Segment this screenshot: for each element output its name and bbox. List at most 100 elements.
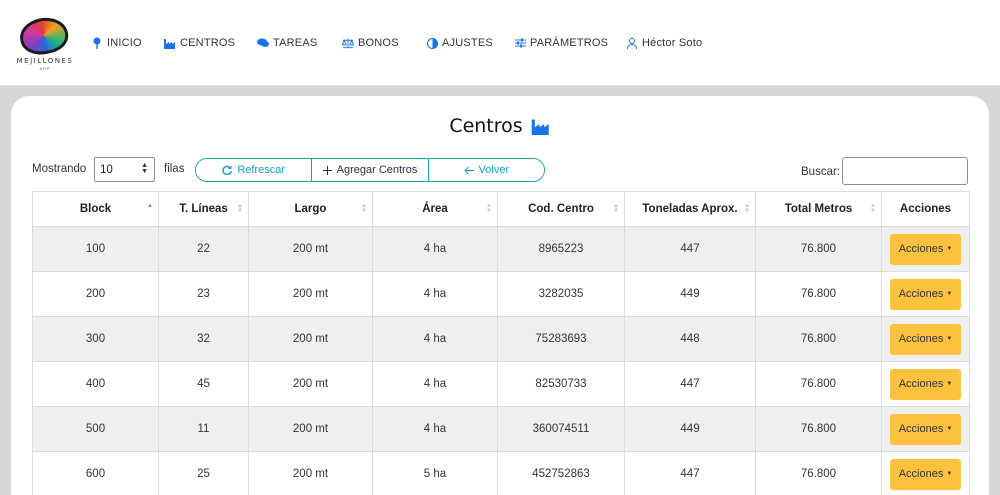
select-arrows-icon: ▲ ▼	[141, 162, 148, 175]
plus-icon	[322, 165, 332, 175]
refresh-button[interactable]: Refrescar	[196, 159, 313, 181]
table-header-row: Block ▲ T. Líneas ▲ ▼ Largo ▲ ▼ Área ▲ ▼ Cod. C…	[32, 191, 970, 227]
nav-item-inicio[interactable]: INICIO	[91, 36, 142, 50]
cell-acciones: Acciones ▼	[881, 226, 970, 272]
top-navbar: MEJILLONES APP INICIO CENTROS TAREAS BON…	[0, 0, 1000, 86]
back-label: Volver	[478, 164, 510, 176]
column-header-total-metros[interactable]: Total Metros ▲ ▼	[755, 191, 882, 227]
acciones-dropdown-button[interactable]: Acciones ▼	[890, 323, 961, 355]
cell-area: 4 ha	[372, 406, 498, 452]
acciones-label: Acciones	[898, 333, 944, 345]
acciones-dropdown-button[interactable]: Acciones ▼	[890, 458, 961, 490]
column-header-label: Block	[79, 203, 112, 215]
table-row: 500 11 200 mt 4 ha 360074511 449 76.800 …	[32, 406, 970, 452]
nav-item-bonos[interactable]: BONOS	[342, 36, 399, 50]
column-header-block[interactable]: Block ▲	[32, 191, 159, 227]
column-header-largo[interactable]: Largo ▲ ▼	[248, 191, 373, 227]
cell-block: 400	[32, 361, 159, 407]
sort-asc-icon: ▲	[147, 203, 153, 209]
cell-toneladas: 447	[624, 361, 756, 407]
page-title-text: Centros	[449, 115, 523, 137]
nav-label: CENTROS	[180, 37, 236, 49]
nav-item-centros[interactable]: CENTROS	[164, 36, 235, 50]
acciones-label: Acciones	[898, 243, 944, 255]
acciones-dropdown-button[interactable]: Acciones ▼	[890, 413, 961, 445]
sort-icon: ▲ ▼	[613, 203, 619, 214]
cell-largo: 200 mt	[248, 361, 373, 407]
cell-acciones: Acciones ▼	[881, 271, 970, 317]
add-centros-label: Agregar Centros	[336, 164, 418, 176]
sort-icon: ▲ ▼	[361, 203, 367, 214]
nav-item-tareas[interactable]: TAREAS	[257, 36, 317, 50]
cell-cod-centro: 452752863	[497, 451, 625, 495]
column-header-cod-centro[interactable]: Cod. Centro ▲ ▼	[497, 191, 625, 227]
cell-cod-centro: 360074511	[497, 406, 625, 452]
cell-lineas: 23	[158, 271, 249, 317]
sliders-icon	[514, 37, 526, 49]
arrow-left-icon	[463, 166, 474, 175]
cell-area: 5 ha	[372, 451, 498, 495]
cell-largo: 200 mt	[248, 406, 373, 452]
back-button[interactable]: Volver	[428, 159, 544, 181]
cell-acciones: Acciones ▼	[881, 406, 970, 452]
acciones-label: Acciones	[898, 378, 944, 390]
sort-icon: ▲ ▼	[486, 203, 492, 214]
cell-block: 200	[32, 271, 159, 317]
column-header-lineas[interactable]: T. Líneas ▲ ▼	[158, 191, 249, 227]
brand-name: MEJILLONES	[16, 57, 74, 65]
acciones-dropdown-button[interactable]: Acciones ▼	[890, 233, 961, 265]
acciones-dropdown-button[interactable]: Acciones ▼	[890, 368, 961, 400]
rows-per-page-select[interactable]: 10 ▲ ▼	[94, 157, 155, 182]
acciones-dropdown-button[interactable]: Acciones ▼	[890, 278, 961, 310]
user-icon	[626, 37, 638, 49]
nav-item-user[interactable]: Héctor Soto	[626, 36, 702, 50]
nav-item-ajustes[interactable]: AJUSTES	[426, 36, 493, 50]
add-centros-button[interactable]: Agregar Centros	[312, 159, 429, 181]
column-header-area[interactable]: Área ▲ ▼	[372, 191, 498, 227]
column-header-label: Área	[422, 203, 448, 215]
cell-largo: 200 mt	[248, 451, 373, 495]
map-pin-icon	[91, 37, 103, 49]
caret-down-icon: ▼	[946, 381, 953, 387]
nav-label: INICIO	[107, 37, 142, 49]
cell-acciones: Acciones ▼	[881, 451, 970, 495]
sort-icon: ▲ ▼	[237, 203, 243, 214]
brand-logo[interactable]: MEJILLONES APP	[16, 13, 74, 72]
cell-toneladas: 447	[624, 451, 756, 495]
nav-label: PARÁMETROS	[530, 37, 609, 49]
caret-down-icon: ▼	[946, 426, 953, 432]
cell-largo: 200 mt	[248, 316, 373, 362]
cell-area: 4 ha	[372, 316, 498, 362]
cell-largo: 200 mt	[248, 271, 373, 317]
table-row: 600 25 200 mt 5 ha 452752863 447 76.800 …	[32, 451, 970, 495]
sort-icon: ▲ ▼	[744, 203, 750, 214]
cell-cod-centro: 82530733	[497, 361, 625, 407]
nav-label: TAREAS	[273, 37, 318, 49]
cell-total-metros: 76.800	[755, 226, 882, 272]
cell-total-metros: 76.800	[755, 361, 882, 407]
acciones-label: Acciones	[898, 288, 944, 300]
cell-lineas: 22	[158, 226, 249, 272]
showing-label: Mostrando	[32, 163, 87, 175]
cell-area: 4 ha	[372, 361, 498, 407]
cell-largo: 200 mt	[248, 226, 373, 272]
adjust-icon	[426, 37, 438, 49]
rows-per-page-value: 10	[100, 163, 113, 176]
cell-total-metros: 76.800	[755, 316, 882, 362]
search-input[interactable]	[842, 157, 968, 185]
acciones-label: Acciones	[898, 423, 944, 435]
cell-block: 300	[32, 316, 159, 362]
cell-block: 500	[32, 406, 159, 452]
chat-icon	[257, 37, 269, 49]
brand-tagline: APP	[39, 66, 51, 71]
cell-area: 4 ha	[372, 226, 498, 272]
cell-lineas: 45	[158, 361, 249, 407]
column-header-toneladas[interactable]: Toneladas Aprox. ▲ ▼	[624, 191, 756, 227]
cell-acciones: Acciones ▼	[881, 361, 970, 407]
nav-item-parametros[interactable]: PARÁMETROS	[514, 36, 608, 50]
table-row: 200 23 200 mt 4 ha 3282035 449 76.800 Ac…	[32, 271, 970, 317]
action-button-group: Refrescar Agregar Centros Volver	[195, 158, 545, 182]
column-header-label: Toneladas Aprox.	[642, 203, 738, 215]
column-header-label: T. Líneas	[179, 203, 228, 215]
table-row: 300 32 200 mt 4 ha 75283693 448 76.800 A…	[32, 316, 970, 362]
